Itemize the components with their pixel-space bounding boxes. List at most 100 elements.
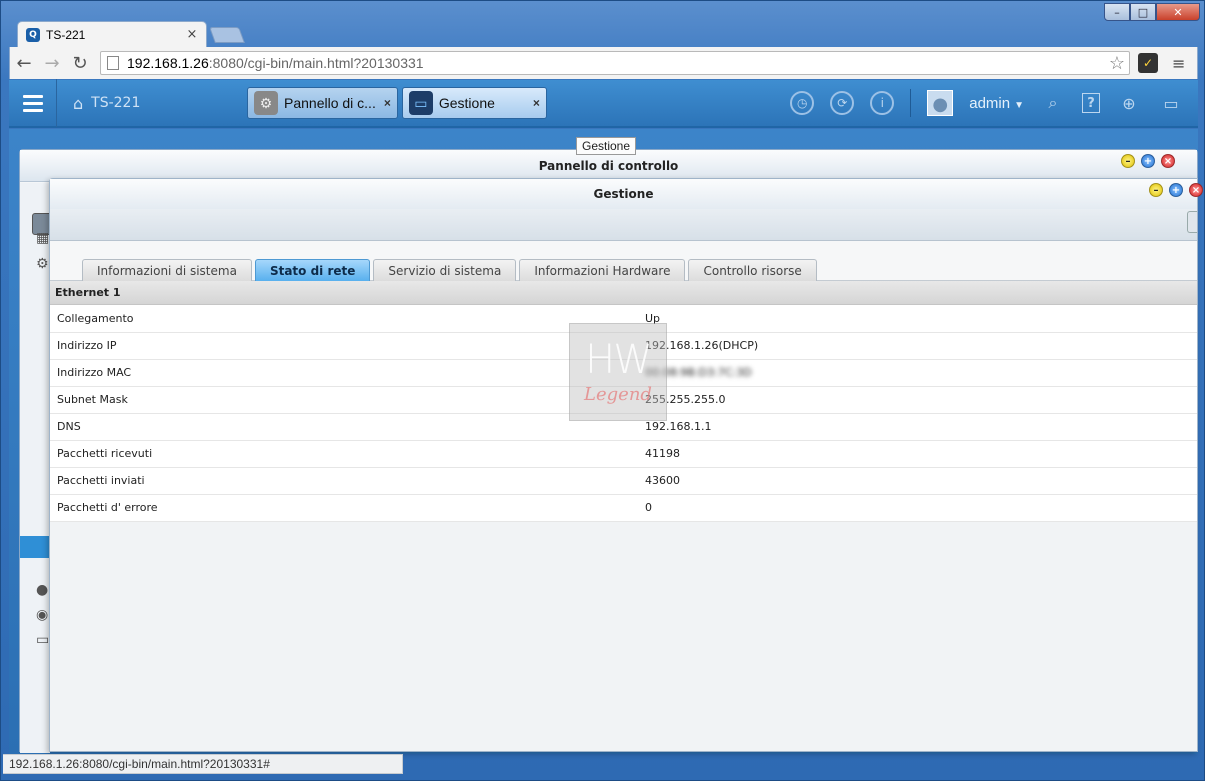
row-value: 43600 [645,467,1197,495]
help-icon[interactable]: ? [1082,93,1100,113]
qnap-favicon-icon: Q [26,27,40,42]
chevron-down-icon: ▼ [1014,99,1024,111]
panel-tabs: Informazioni di sistema Stato di rete Se… [50,241,1197,281]
close-icon[interactable]: × [1189,183,1203,197]
address-bar[interactable]: 192.168.1.26 :8080/cgi-bin/main.html?201… [100,51,1130,75]
row-label: DNS [50,413,645,441]
table-row: Subnet Mask 255.255.255.0 [50,386,1197,414]
page-icon [107,56,119,70]
toolbar-separator [910,89,912,117]
user-menu[interactable]: admin ▼ [969,95,1024,112]
new-tab-button[interactable] [209,27,245,43]
device-name: TS-221 [91,95,141,111]
window-title: Gestione [50,179,1197,209]
main-menu-button[interactable] [9,79,57,127]
row-value: 00:08:9B:D3:7C:3D [645,359,1197,387]
row-label: Indirizzo IP [50,332,645,360]
apptab-control-panel[interactable]: ⚙ Pannello di c... × [247,87,398,119]
network-icon[interactable]: ◉ [36,607,48,623]
window-toolbar [50,209,1197,241]
window-close-button[interactable]: ✕ [1156,3,1200,21]
avatar[interactable]: ● [927,90,954,116]
tooltip: Gestione [576,137,637,155]
table-row: Pacchetti d' errore 0 [50,494,1197,522]
browser-window: Q TS-221 × – □ ✕ ← → ↻ 192.168.1.26 :808… [0,0,1205,781]
row-label: Indirizzo MAC [50,359,645,387]
user-icon[interactable]: ● [36,582,48,598]
window-buttons: – + × [1149,183,1203,197]
minimize-icon[interactable]: – [1121,154,1135,168]
row-value: 41198 [645,440,1197,468]
browser-menu-icon[interactable]: ≡ [1172,54,1185,73]
forward-button[interactable]: → [38,49,66,77]
window-minimize-button[interactable]: – [1104,3,1130,21]
close-icon[interactable]: × [533,96,540,110]
row-value: 192.168.1.26(DHCP) [645,332,1197,360]
section-header: Ethernet 1 [50,281,1197,305]
apptab-gestione[interactable]: ▭ Gestione × [401,87,547,119]
grid-icon[interactable]: ▦ [36,230,49,246]
network-status-table: Collegamento Up Indirizzo IP 192.168.1.26(… [50,305,1197,522]
table-row: Pacchetti ricevuti 41198 [50,440,1197,468]
table-row: Indirizzo IP 192.168.1.26(DHCP) [50,332,1197,360]
monitor-icon[interactable]: ▭ [1158,90,1184,116]
row-value: Up [645,305,1197,333]
bookmark-star-icon[interactable]: ☆ [1109,53,1125,74]
tab-stato-di-rete[interactable]: Stato di rete [254,259,371,281]
minimize-icon[interactable]: – [1149,183,1163,197]
browser-tab-close-icon[interactable]: × [184,27,200,42]
row-label: Pacchetti inviati [50,467,645,495]
maximize-icon[interactable]: + [1141,154,1155,168]
storage-icon[interactable]: ▭ [36,632,49,648]
status-bar: 192.168.1.26:8080/cgi-bin/main.html?2013… [3,754,403,774]
row-value: 255.255.255.0 [645,386,1197,414]
window-controls: – □ ✕ [1104,3,1200,21]
row-value: 192.168.1.1 [645,413,1197,441]
browser-tabstrip: Q TS-221 × – □ ✕ [1,1,1205,47]
clock-icon[interactable]: ◷ [790,91,815,115]
sync-icon[interactable]: ⟳ [830,91,855,115]
globe-icon[interactable]: ⊕ [1116,90,1142,116]
back-button[interactable]: ← [10,49,38,77]
tab-servizio-di-sistema[interactable]: Servizio di sistema [373,259,517,281]
gestione-window: Gestione – + × Informazioni di sistema S… [49,178,1203,752]
gear-icon[interactable]: ⚙ [36,256,49,272]
table-row: Indirizzo MAC 00:08:9B:D3:7C:3D [50,359,1197,387]
row-label: Subnet Mask [50,386,645,414]
row-label: Pacchetti ricevuti [50,440,645,468]
apptab-label: Gestione [438,95,495,111]
row-value: 0 [645,494,1197,522]
sidebar-selected-item[interactable] [20,536,50,558]
url-path: :8080/cgi-bin/main.html?20130331 [208,55,424,71]
url-host: 192.168.1.26 [127,55,209,71]
search-icon[interactable]: ⌕ [1040,90,1066,116]
tab-informazioni-di-sistema[interactable]: Informazioni di sistema [82,259,252,281]
close-icon[interactable]: × [384,96,391,110]
maximize-icon[interactable]: + [1169,183,1183,197]
window-maximize-button[interactable]: □ [1130,3,1156,21]
gear-icon: ⚙ [254,91,278,115]
row-label: Pacchetti d' errore [50,494,645,522]
browser-toolbar: ← → ↻ 192.168.1.26 :8080/cgi-bin/main.ht… [9,47,1198,79]
username: admin [969,94,1011,112]
table-row: DNS 192.168.1.1 [50,413,1197,441]
info-icon[interactable]: i [870,91,895,115]
table-row: Pacchetti inviati 43600 [50,467,1197,495]
monitor-icon: ▭ [408,91,433,115]
apptab-label: Pannello di c... [284,95,376,111]
home-icon: ⌂ [73,93,84,113]
tab-informazioni-hardware[interactable]: Informazioni Hardware [519,259,686,281]
home-button[interactable]: ⌂ TS-221 [73,94,243,113]
toolbar-button[interactable] [1187,211,1197,233]
browser-tab[interactable]: Q TS-221 × [17,21,207,47]
extension-icon[interactable]: ✓ [1138,53,1158,73]
browser-tab-title: TS-221 [46,27,86,42]
tab-controllo-risorse[interactable]: Controllo risorse [688,259,817,281]
reload-button[interactable]: ↻ [66,49,94,77]
qnap-top-bar: ⌂ TS-221 ⚙ Pannello di c... × ▭ Gestione… [9,79,1198,128]
window-buttons: – + × [1121,154,1175,168]
qnap-toolbar-icons: ◷ ⟳ i ● admin ▼ ⌕ ? ⊕ ▭ [790,89,1198,117]
table-row: Collegamento Up [50,305,1197,333]
close-icon[interactable]: × [1161,154,1175,168]
row-label: Collegamento [50,305,645,333]
